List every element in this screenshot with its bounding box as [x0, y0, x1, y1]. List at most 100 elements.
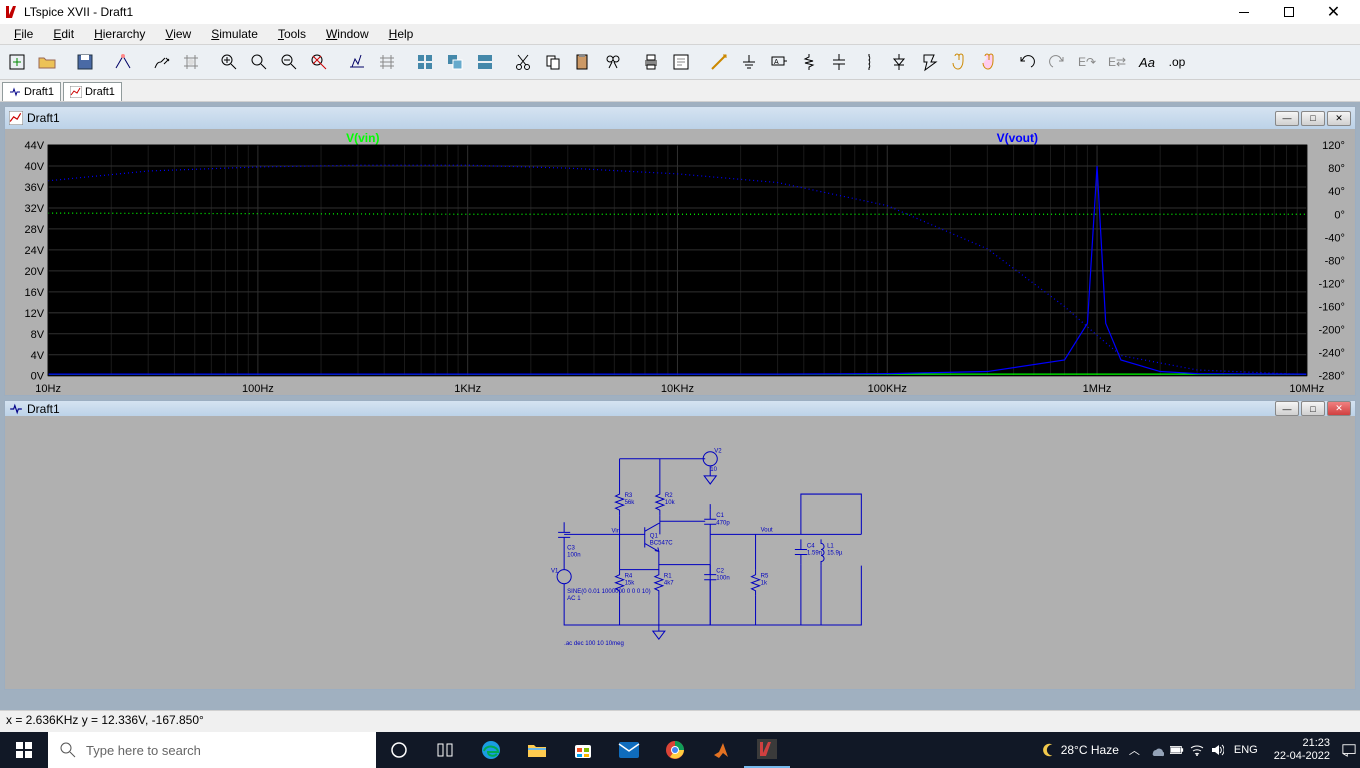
menu-simulate[interactable]: Simulate	[201, 25, 268, 43]
taskbar-app-mail[interactable]	[606, 732, 652, 768]
diode-button[interactable]	[884, 47, 914, 77]
mdi-close-button[interactable]: ✕	[1327, 111, 1351, 126]
schematic-window-titlebar[interactable]: Draft1 — □ ✕	[5, 401, 1355, 416]
spice-directive-button[interactable]: .op	[1162, 47, 1192, 77]
svg-text:100n: 100n	[716, 576, 729, 582]
plot-area[interactable]: 10Hz100Hz1KHz10KHz100KHz1MHz10MHz0V4V8V1…	[13, 131, 1347, 394]
plot-window-title: Draft1	[27, 111, 60, 125]
redo-button[interactable]	[1042, 47, 1072, 77]
battery-icon[interactable]	[1170, 743, 1184, 757]
taskbar-app-store[interactable]	[560, 732, 606, 768]
mdi-maximize-button[interactable]: □	[1301, 111, 1325, 126]
notifications-button[interactable]	[1342, 743, 1356, 757]
cascade-button[interactable]	[440, 47, 470, 77]
menu-view[interactable]: View	[155, 25, 201, 43]
cursor-readout: x = 2.636KHz y = 12.336V, -167.850°	[6, 713, 204, 727]
ground-button[interactable]	[734, 47, 764, 77]
draw-wire-button[interactable]	[704, 47, 734, 77]
svg-text:V(vout): V(vout)	[997, 131, 1038, 145]
schematic-canvas[interactable]: V210R356kR210kC1470pVoutC41.59nL115.9µQ1…	[5, 416, 1355, 689]
zoom-in-button[interactable]	[214, 47, 244, 77]
taskbar-app-edge[interactable]	[468, 732, 514, 768]
tab-plot[interactable]: Draft1	[63, 82, 122, 101]
search-box[interactable]: Type here to search	[48, 732, 376, 768]
tray-overflow-button[interactable]: ︿	[1125, 742, 1144, 758]
language-indicator[interactable]: ENG	[1230, 744, 1262, 756]
undo-button[interactable]	[1012, 47, 1042, 77]
move-button[interactable]	[944, 47, 974, 77]
inductor-button[interactable]	[854, 47, 884, 77]
menu-tools[interactable]: Tools	[268, 25, 316, 43]
clock[interactable]: 21:23 22-04-2022	[1268, 737, 1336, 763]
component-button[interactable]	[914, 47, 944, 77]
menu-edit[interactable]: Edit	[43, 25, 84, 43]
autorange-button[interactable]	[342, 47, 372, 77]
search-placeholder: Type here to search	[86, 743, 201, 758]
cut-button[interactable]	[508, 47, 538, 77]
task-view-button[interactable]	[376, 732, 422, 768]
halt-button[interactable]	[176, 47, 206, 77]
svg-text:24V: 24V	[24, 245, 44, 257]
window-controls: ✕	[1221, 0, 1356, 24]
svg-text:28V: 28V	[24, 224, 44, 236]
rotate-button[interactable]: E↷	[1072, 47, 1102, 77]
control-panel-button[interactable]	[108, 47, 138, 77]
svg-text:V1: V1	[551, 569, 559, 575]
mdi-maximize-button[interactable]: □	[1301, 401, 1325, 416]
plot-window-titlebar[interactable]: Draft1 — □ ✕	[5, 107, 1355, 129]
setup-button[interactable]	[372, 47, 402, 77]
svg-text:10: 10	[710, 467, 717, 473]
minimize-button[interactable]	[1221, 0, 1266, 24]
clock-date: 22-04-2022	[1274, 750, 1330, 763]
new-schematic-button[interactable]	[2, 47, 32, 77]
find-button[interactable]	[598, 47, 628, 77]
copy-button[interactable]	[538, 47, 568, 77]
mdi-minimize-button[interactable]: —	[1275, 401, 1299, 416]
wifi-icon[interactable]	[1190, 743, 1204, 757]
run-button[interactable]	[146, 47, 176, 77]
mdi-minimize-button[interactable]: —	[1275, 111, 1299, 126]
resistor-button[interactable]	[794, 47, 824, 77]
menubar: FileEditHierarchyViewSimulateToolsWindow…	[0, 24, 1360, 45]
zoom-out-button[interactable]	[274, 47, 304, 77]
clock-time: 21:23	[1274, 737, 1330, 750]
svg-text:10MHz: 10MHz	[1289, 383, 1324, 394]
taskbar-app-chrome[interactable]	[652, 732, 698, 768]
print-setup-button[interactable]	[666, 47, 696, 77]
text-button[interactable]: Aa	[1132, 47, 1162, 77]
zoom-fit-button[interactable]	[304, 47, 334, 77]
drag-button[interactable]	[974, 47, 1004, 77]
svg-text:.ac dec 100 10 10meg: .ac dec 100 10 10meg	[564, 641, 624, 647]
menu-help[interactable]: Help	[379, 25, 424, 43]
pan-button[interactable]	[244, 47, 274, 77]
save-button[interactable]	[70, 47, 100, 77]
svg-text:44V: 44V	[24, 140, 44, 152]
paste-button[interactable]	[568, 47, 598, 77]
tile-button[interactable]	[410, 47, 440, 77]
menu-file[interactable]: File	[4, 25, 43, 43]
plot-window: Draft1 — □ ✕ 10Hz100Hz1KHz10KHz100KHz1MH…	[4, 106, 1356, 396]
schematic-window: Draft1 — □ ✕ V210R356kR210kC1470pVoutC41…	[4, 400, 1356, 690]
close-all-button[interactable]	[470, 47, 500, 77]
moon-icon	[1043, 743, 1057, 757]
maximize-button[interactable]	[1266, 0, 1311, 24]
start-button[interactable]	[0, 732, 48, 768]
open-button[interactable]	[32, 47, 62, 77]
menu-hierarchy[interactable]: Hierarchy	[84, 25, 155, 43]
print-button[interactable]	[636, 47, 666, 77]
close-button[interactable]: ✕	[1311, 0, 1356, 24]
volume-icon[interactable]	[1210, 743, 1224, 757]
svg-text:4k7: 4k7	[664, 581, 674, 587]
cortana-button[interactable]	[422, 732, 468, 768]
taskbar-app-matlab[interactable]	[698, 732, 744, 768]
capacitor-button[interactable]	[824, 47, 854, 77]
taskbar-app-explorer[interactable]	[514, 732, 560, 768]
mdi-close-button[interactable]: ✕	[1327, 401, 1351, 416]
mirror-button[interactable]: E⇄	[1102, 47, 1132, 77]
tab-schematic[interactable]: Draft1	[2, 82, 61, 101]
onedrive-icon[interactable]	[1150, 743, 1164, 757]
taskbar-app-ltspice[interactable]	[744, 732, 790, 768]
menu-window[interactable]: Window	[316, 25, 379, 43]
label-net-button[interactable]: A	[764, 47, 794, 77]
weather-widget[interactable]: 28°C Haze	[1043, 743, 1119, 757]
